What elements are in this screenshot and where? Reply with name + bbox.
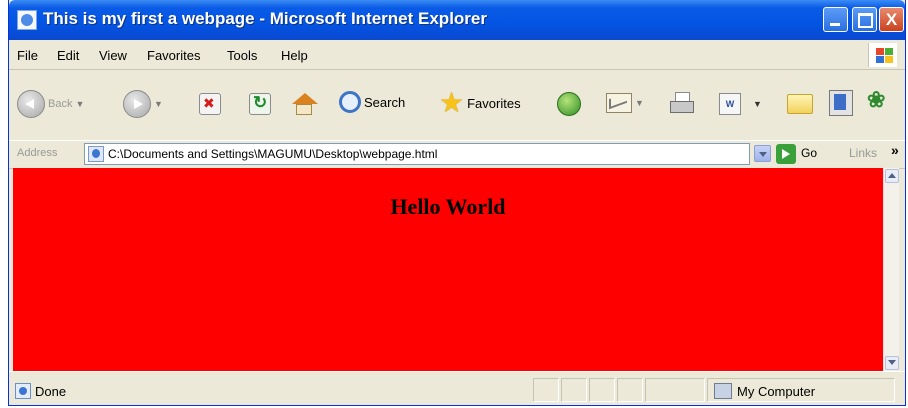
refresh-icon <box>249 93 271 115</box>
ie-page-icon <box>17 10 37 30</box>
home-icon <box>291 92 318 116</box>
forward-button[interactable]: ▼ <box>123 90 163 118</box>
go-button[interactable]: Go <box>801 146 817 160</box>
forward-dropdown-icon[interactable]: ▼ <box>154 99 163 109</box>
scroll-up-icon[interactable] <box>885 169 899 183</box>
mail-button[interactable]: ▼ <box>606 93 644 113</box>
zone-text: My Computer <box>737 384 816 399</box>
history-button[interactable] <box>557 92 581 116</box>
menu-help[interactable]: Help <box>281 48 308 63</box>
status-bar: Done My Computer <box>9 371 905 405</box>
links-chevron-icon[interactable]: » <box>891 142 899 158</box>
history-icon <box>557 92 581 116</box>
edit-icon: W <box>719 93 741 115</box>
folder-icon <box>787 94 813 114</box>
forward-arrow-icon <box>123 90 151 118</box>
edit-dropdown-icon[interactable]: ▼ <box>753 99 762 109</box>
search-button[interactable]: Search <box>339 91 405 113</box>
print-icon <box>669 92 695 114</box>
mail-dropdown-icon[interactable]: ▼ <box>635 98 644 108</box>
back-arrow-icon <box>17 90 45 118</box>
go-arrow-icon[interactable] <box>776 144 796 164</box>
edit-button[interactable]: W ▼ <box>719 93 762 115</box>
address-bar: Address C:\Documents and Settings\MAGUMU… <box>9 140 905 169</box>
links-label[interactable]: Links <box>849 146 877 160</box>
status-panel <box>589 378 615 402</box>
stop-button[interactable] <box>199 93 221 115</box>
window-title: This is my first a webpage - Microsoft I… <box>43 9 487 28</box>
windows-logo-icon <box>868 43 897 67</box>
close-icon: X <box>885 10 898 29</box>
minimize-button[interactable] <box>823 7 848 32</box>
folder-button[interactable] <box>787 94 813 114</box>
favorites-label: Favorites <box>467 95 521 111</box>
favorites-button[interactable]: ★ Favorites <box>439 89 521 117</box>
address-value[interactable]: C:\Documents and Settings\MAGUMU\Desktop… <box>108 147 437 161</box>
page-content: Hello World <box>13 168 883 371</box>
status-panel <box>617 378 643 402</box>
page-icon <box>88 146 104 162</box>
print-button[interactable] <box>669 92 695 114</box>
status-text: Done <box>35 384 67 399</box>
page-done-icon <box>15 383 31 399</box>
status-panel <box>561 378 587 402</box>
back-dropdown-icon[interactable]: ▼ <box>75 99 84 109</box>
address-label: Address <box>17 147 58 159</box>
title-bar[interactable]: This is my first a webpage - Microsoft I… <box>9 0 905 40</box>
close-button[interactable]: X <box>879 7 904 32</box>
back-button[interactable]: Back ▼ <box>17 90 84 118</box>
menu-edit[interactable]: Edit <box>57 48 79 63</box>
messenger-icon: ❀ <box>867 87 886 112</box>
menu-view[interactable]: View <box>99 48 127 63</box>
menu-favorites[interactable]: Favorites <box>147 48 200 63</box>
research-icon <box>829 90 853 116</box>
favorites-star-icon: ★ <box>439 87 465 118</box>
refresh-button[interactable] <box>249 93 271 115</box>
address-input[interactable]: C:\Documents and Settings\MAGUMU\Desktop… <box>84 143 750 165</box>
menu-bar: File Edit View Favorites Tools Help <box>9 40 905 70</box>
hello-world-heading: Hello World <box>390 194 506 219</box>
maximize-button[interactable] <box>852 7 877 32</box>
standard-toolbar: Back ▼ ▼ Search ★ Favorites ▼ W ▼ ❀ <box>9 70 905 140</box>
back-label: Back <box>48 98 73 110</box>
home-button[interactable] <box>291 92 318 116</box>
status-panel <box>533 378 559 402</box>
scroll-down-icon[interactable] <box>885 356 899 370</box>
vertical-scrollbar[interactable] <box>883 168 899 371</box>
browser-window: This is my first a webpage - Microsoft I… <box>8 0 906 406</box>
menu-file[interactable]: File <box>17 48 38 63</box>
messenger-button[interactable]: ❀ <box>867 87 885 113</box>
status-panel <box>645 378 705 402</box>
search-icon <box>339 91 361 113</box>
search-label: Search <box>364 94 406 110</box>
menu-tools[interactable]: Tools <box>227 48 257 63</box>
stop-icon <box>199 93 221 115</box>
my-computer-icon <box>714 383 732 399</box>
mail-icon <box>606 93 632 113</box>
address-dropdown-icon[interactable] <box>754 145 771 162</box>
research-button[interactable] <box>829 90 853 116</box>
